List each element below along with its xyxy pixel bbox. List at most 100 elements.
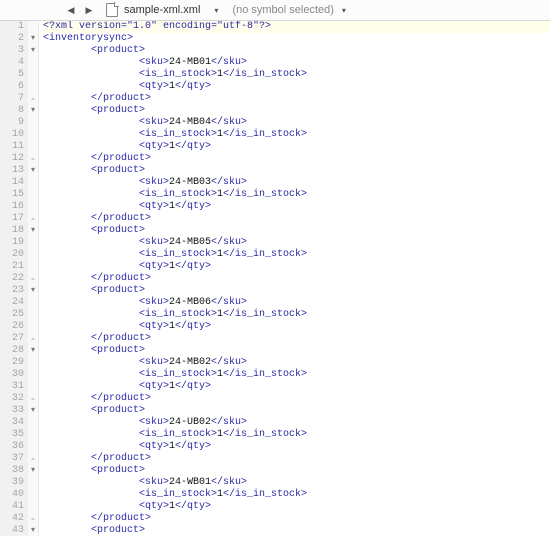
line-number: 34	[2, 417, 24, 429]
fold-spacer	[28, 189, 38, 201]
code-line[interactable]: <qty>1</qty>	[43, 141, 550, 153]
code-line[interactable]: <product>	[43, 165, 550, 177]
line-number: 32	[2, 393, 24, 405]
fold-close-icon[interactable]	[28, 513, 38, 525]
code-line[interactable]: <is_in_stock>1</is_in_stock>	[43, 69, 550, 81]
code-line[interactable]: <qty>1</qty>	[43, 261, 550, 273]
code-line[interactable]: <sku>24-MB01</sku>	[43, 57, 550, 69]
code-line[interactable]: <product>	[43, 225, 550, 237]
fold-spacer	[28, 477, 38, 489]
fold-open-icon[interactable]	[28, 465, 38, 477]
code-line[interactable]: <is_in_stock>1</is_in_stock>	[43, 129, 550, 141]
fold-open-icon[interactable]	[28, 33, 38, 45]
fold-close-icon[interactable]	[28, 153, 38, 165]
nav-back-button[interactable]: ◀	[64, 3, 78, 17]
code-line[interactable]: <sku>24-MB03</sku>	[43, 177, 550, 189]
code-line[interactable]: <sku>24-MB06</sku>	[43, 297, 550, 309]
filename-dropdown-icon[interactable]: ▾	[214, 6, 218, 15]
code-line[interactable]: </product>	[43, 393, 550, 405]
fold-open-icon[interactable]	[28, 285, 38, 297]
code-line[interactable]: <sku>24-UB02</sku>	[43, 417, 550, 429]
nav-forward-button[interactable]: ▶	[82, 3, 96, 17]
code-line[interactable]: <is_in_stock>1</is_in_stock>	[43, 429, 550, 441]
line-number: 41	[2, 501, 24, 513]
fold-close-icon[interactable]	[28, 213, 38, 225]
code-line[interactable]: </product>	[43, 93, 550, 105]
code-line[interactable]: <is_in_stock>1</is_in_stock>	[43, 249, 550, 261]
code-line[interactable]: <sku>24-MB04</sku>	[43, 117, 550, 129]
fold-spacer	[28, 261, 38, 273]
line-number: 31	[2, 381, 24, 393]
code-line[interactable]: <is_in_stock>1</is_in_stock>	[43, 309, 550, 321]
code-line[interactable]: </product>	[43, 513, 550, 525]
symbol-dropdown-icon[interactable]: ▾	[342, 6, 346, 15]
code-line[interactable]: <is_in_stock>1</is_in_stock>	[43, 489, 550, 501]
fold-spacer	[28, 201, 38, 213]
code-line[interactable]: </product>	[43, 273, 550, 285]
fold-open-icon[interactable]	[28, 45, 38, 57]
fold-spacer	[28, 489, 38, 501]
fold-close-icon[interactable]	[28, 333, 38, 345]
line-number: 36	[2, 441, 24, 453]
fold-spacer	[28, 81, 38, 93]
code-line[interactable]: <product>	[43, 45, 550, 57]
code-line[interactable]: <product>	[43, 285, 550, 297]
fold-open-icon[interactable]	[28, 405, 38, 417]
code-line[interactable]: </product>	[43, 153, 550, 165]
fold-spacer	[28, 21, 38, 33]
fold-close-icon[interactable]	[28, 393, 38, 405]
code-line[interactable]: </product>	[43, 453, 550, 465]
fold-spacer	[28, 321, 38, 333]
code-line[interactable]: <is_in_stock>1</is_in_stock>	[43, 189, 550, 201]
code-line[interactable]: <qty>1</qty>	[43, 381, 550, 393]
code-line[interactable]: <qty>1</qty>	[43, 321, 550, 333]
line-number: 35	[2, 429, 24, 441]
code-line[interactable]: </product>	[43, 333, 550, 345]
fold-close-icon[interactable]	[28, 453, 38, 465]
line-number: 37	[2, 453, 24, 465]
code-area[interactable]: <?xml version="1.0" encoding="utf-8"?><i…	[39, 21, 550, 536]
filename-label[interactable]: sample-xml.xml	[124, 4, 200, 16]
code-line[interactable]: <qty>1</qty>	[43, 201, 550, 213]
fold-gutter[interactable]	[28, 21, 39, 536]
code-line[interactable]: <qty>1</qty>	[43, 81, 550, 93]
code-line[interactable]: <product>	[43, 525, 550, 536]
code-line[interactable]: <sku>24-MB05</sku>	[43, 237, 550, 249]
code-line[interactable]: </product>	[43, 213, 550, 225]
line-number: 10	[2, 129, 24, 141]
fold-open-icon[interactable]	[28, 345, 38, 357]
fold-close-icon[interactable]	[28, 93, 38, 105]
line-number: 20	[2, 249, 24, 261]
line-number: 16	[2, 201, 24, 213]
line-number: 12	[2, 153, 24, 165]
code-line[interactable]: <product>	[43, 465, 550, 477]
line-number: 14	[2, 177, 24, 189]
line-number: 27	[2, 333, 24, 345]
code-line[interactable]: <product>	[43, 345, 550, 357]
code-editor[interactable]: 1234567891011121314151617181920212223242…	[0, 21, 550, 536]
line-number: 38	[2, 465, 24, 477]
code-line[interactable]: <product>	[43, 405, 550, 417]
code-line[interactable]: <sku>24-MB02</sku>	[43, 357, 550, 369]
line-number: 29	[2, 357, 24, 369]
fold-spacer	[28, 357, 38, 369]
code-line[interactable]: <qty>1</qty>	[43, 501, 550, 513]
fold-spacer	[28, 249, 38, 261]
fold-close-icon[interactable]	[28, 273, 38, 285]
line-number-gutter: 1234567891011121314151617181920212223242…	[0, 21, 28, 536]
fold-open-icon[interactable]	[28, 525, 38, 536]
code-line[interactable]: <inventorysync>	[43, 33, 550, 45]
code-line[interactable]: <product>	[43, 105, 550, 117]
fold-open-icon[interactable]	[28, 105, 38, 117]
line-number: 17	[2, 213, 24, 225]
code-line[interactable]: <qty>1</qty>	[43, 441, 550, 453]
code-line[interactable]: <sku>24-WB01</sku>	[43, 477, 550, 489]
fold-open-icon[interactable]	[28, 165, 38, 177]
fold-open-icon[interactable]	[28, 225, 38, 237]
symbol-selector[interactable]: (no symbol selected)	[232, 4, 334, 16]
fold-spacer	[28, 369, 38, 381]
code-line[interactable]: <?xml version="1.0" encoding="utf-8"?>	[43, 21, 550, 33]
fold-spacer	[28, 441, 38, 453]
code-line[interactable]: <is_in_stock>1</is_in_stock>	[43, 369, 550, 381]
line-number: 8	[2, 105, 24, 117]
